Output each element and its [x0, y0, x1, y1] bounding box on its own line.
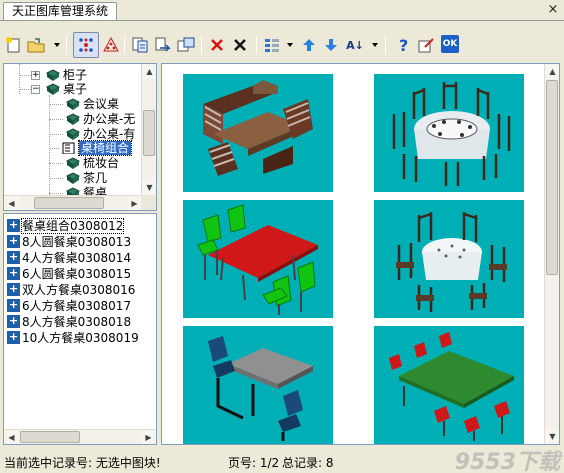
list-item[interactable]: 8人圆餐桌0308013 [7, 233, 131, 250]
block-icon [7, 249, 20, 265]
book-icon [46, 69, 60, 81]
dropdown-icon[interactable] [54, 43, 60, 47]
block-icon [7, 217, 20, 233]
block-icon [7, 265, 20, 281]
ok-icon[interactable]: OK [441, 35, 459, 53]
open-book-icon [62, 142, 75, 154]
block-icon [7, 281, 20, 297]
dots-grid-icon[interactable] [73, 32, 99, 58]
tree-item-office-desk-with[interactable]: 办公桌-有 [66, 127, 135, 142]
open-folder-icon[interactable] [26, 35, 46, 55]
tree-item-dresser[interactable]: 梳妆台 [66, 156, 119, 171]
tree-item-cabinet[interactable]: 柜子 [46, 68, 87, 83]
tree-item-conference-table[interactable]: 会议桌 [66, 97, 119, 112]
scroll-up-icon[interactable]: ▲ [142, 64, 156, 79]
view-dropdown-icon[interactable] [287, 43, 293, 47]
block-icon [7, 313, 20, 329]
scroll-down-icon[interactable]: ▼ [142, 180, 156, 195]
thumbnail-booth-table-set[interactable] [183, 74, 333, 192]
tree-collapse-icon[interactable]: − [31, 85, 40, 94]
book-icon [66, 172, 80, 184]
toolbar: A↓ ? OK [0, 26, 564, 60]
scroll-thumb[interactable] [20, 431, 80, 443]
delete-black-icon[interactable] [230, 35, 250, 55]
import-icon[interactable] [130, 35, 150, 55]
list-item[interactable]: 6人方餐桌0308017 [7, 297, 131, 314]
thumbnail-grid[interactable]: ▲ ▼ [161, 63, 560, 445]
scroll-thumb[interactable] [143, 110, 155, 156]
main-window: 天正图库管理系统 × A↓ ? OK + 柜子 − 桌子 会议桌 办公桌-无 办… [0, 0, 564, 473]
thumbnail-round-table-6[interactable] [374, 200, 524, 318]
tab-strip: 天正图库管理系统 × [0, 0, 564, 22]
rename-icon[interactable] [176, 35, 196, 55]
tree-expand-icon[interactable]: + [31, 71, 40, 80]
list-item[interactable]: 双人方餐桌0308016 [7, 281, 135, 298]
list-item[interactable]: 10人方餐桌0308019 [7, 329, 139, 346]
thumbnail-green-table-red-seats[interactable] [374, 326, 524, 444]
list-item[interactable]: 餐桌组合0308012 [7, 217, 125, 234]
watermark-logo: 9553下载 [454, 450, 560, 473]
scroll-right-icon[interactable]: ▶ [141, 430, 156, 444]
category-tree[interactable]: + 柜子 − 桌子 会议桌 办公桌-无 办公桌-有 桌椅组合 梳妆台 茶几 餐桌 [3, 63, 157, 211]
help-icon[interactable]: ? [393, 35, 413, 55]
list-item[interactable]: 6人圆餐桌0308015 [7, 265, 131, 282]
block-icon [7, 329, 20, 345]
thumbnail-round-table-8[interactable] [374, 74, 524, 192]
move-down-icon[interactable] [321, 35, 341, 55]
edit-icon[interactable] [416, 35, 436, 55]
close-icon[interactable]: × [546, 3, 560, 17]
block-icon [7, 233, 20, 249]
status-total: 总记录: 8 [282, 456, 334, 470]
thumbnail-red-table-green-chairs[interactable] [183, 200, 333, 318]
triangle-dots-icon[interactable] [101, 35, 121, 55]
new-icon[interactable] [3, 35, 23, 55]
scroll-up-icon[interactable]: ▲ [545, 64, 559, 79]
scroll-left-icon[interactable]: ◀ [4, 430, 19, 444]
book-icon [66, 113, 80, 125]
sort-dropdown-icon[interactable] [372, 43, 378, 47]
list-item[interactable]: 4人方餐桌0308014 [7, 249, 131, 266]
delete-red-icon[interactable] [207, 35, 227, 55]
scroll-left-icon[interactable]: ◀ [4, 196, 19, 210]
book-icon [46, 83, 60, 95]
scroll-right-icon[interactable]: ▶ [127, 196, 142, 210]
scroll-thumb[interactable] [34, 197, 104, 209]
svg-text:?: ? [399, 36, 408, 54]
view-icon[interactable] [262, 35, 282, 55]
book-icon [66, 98, 80, 110]
tree-item-table-chair-set[interactable]: 桌椅组合 [62, 140, 133, 156]
sort-icon[interactable]: A↓ [345, 35, 365, 55]
tree-vertical-scrollbar[interactable]: ▲ ▼ [141, 64, 156, 195]
status-current-record: 当前选中记录号: 无选中图块! [4, 456, 161, 470]
grid-vertical-scrollbar[interactable]: ▲ ▼ [544, 64, 559, 444]
tree-horizontal-scrollbar[interactable]: ◀ ▶ [4, 195, 142, 210]
scroll-down-icon[interactable]: ▼ [545, 429, 559, 444]
book-icon [66, 128, 80, 140]
export-icon[interactable] [153, 35, 173, 55]
scroll-thumb[interactable] [546, 80, 558, 275]
list-item[interactable]: 8人方餐桌0308018 [7, 313, 131, 330]
block-icon [7, 297, 20, 313]
record-list[interactable]: 餐桌组合0308012 8人圆餐桌0308013 4人方餐桌0308014 6人… [3, 213, 157, 445]
list-horizontal-scrollbar[interactable]: ◀ ▶ [4, 429, 156, 444]
status-page: 页号: 1/2 [228, 456, 280, 470]
tab-library-manager[interactable]: 天正图库管理系统 [3, 2, 117, 21]
tree-item-tea-table[interactable]: 茶几 [66, 171, 107, 186]
book-icon [66, 157, 80, 169]
move-up-icon[interactable] [299, 35, 319, 55]
tree-item-tables[interactable]: 桌子 [46, 82, 87, 97]
thumbnail-grey-table-fixed-seats[interactable] [183, 326, 333, 444]
tree-item-office-desk-no[interactable]: 办公桌-无 [66, 112, 135, 127]
